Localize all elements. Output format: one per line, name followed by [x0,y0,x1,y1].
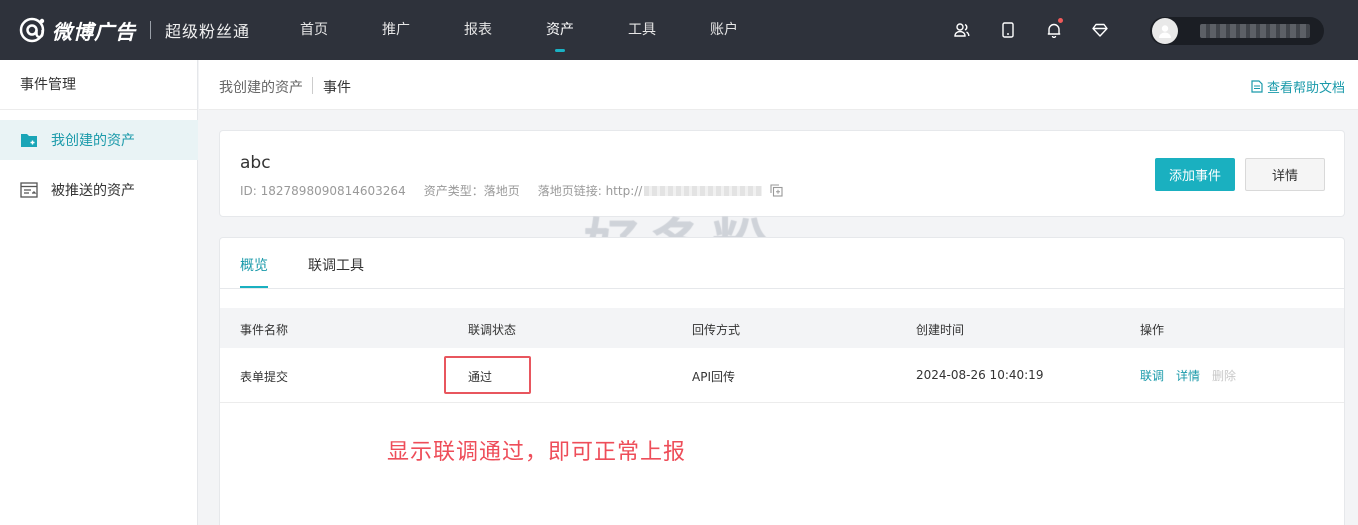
asset-type: 资产类型：落地页 [423,184,520,198]
help-doc-link[interactable]: 查看帮助文档 [1251,77,1345,96]
detail-link[interactable]: 详情 [1176,367,1200,384]
weibo-logo-icon [18,15,48,45]
sidebar: 事件管理 我创建的资产 被推送的资产 [0,60,198,525]
sidebar-item-pushed-assets[interactable]: 被推送的资产 [0,170,198,210]
active-tab-indicator [240,286,268,288]
sidebar-item-label: 我创建的资产 [51,133,135,149]
avatar [1152,18,1178,44]
nav-promotion[interactable]: 推广 [382,0,410,60]
user-switch-icon[interactable] [950,18,974,42]
nav-home[interactable]: 首页 [300,0,328,60]
events-card: 概览 联调工具 事件名称 联调状态 回传方式 创建时间 操作 表单提交 通过 A… [219,237,1345,525]
breadcrumb: 我创建的资产 事件 查看帮助文档 [199,60,1358,110]
asset-id: ID: 1827898090814603264 [240,183,406,198]
help-doc-label: 查看帮助文档 [1267,81,1346,96]
tab-debug-tool[interactable]: 联调工具 [308,255,364,275]
sidebar-item-my-assets[interactable]: 我创建的资产 [0,120,198,160]
column-callback-method: 回传方式 [692,323,741,337]
pushed-asset-icon [20,181,38,199]
notification-bell-icon[interactable] [1042,18,1066,42]
asset-detail-button[interactable]: 详情 [1245,158,1325,191]
sidebar-title: 事件管理 [0,60,197,110]
column-actions: 操作 [1140,323,1165,337]
diamond-icon[interactable] [1088,18,1112,42]
asset-link-label: 落地页链接: http:// [537,184,643,198]
product-name: 超级粉丝通 [165,22,251,41]
logo-text: 微博广告 [52,19,136,44]
mobile-icon[interactable] [996,18,1020,42]
user-menu[interactable] [1150,17,1324,45]
breadcrumb-parent[interactable]: 我创建的资产 [219,77,303,97]
user-name-redacted [1200,24,1310,38]
sidebar-item-label: 被推送的资产 [51,183,135,199]
top-icons [950,18,1134,42]
main-nav: 首页 推广 报表 资产 工具 账户 [300,0,792,60]
asset-meta: ID: 1827898090814603264 资产类型：落地页 落地页链接: … [240,182,802,199]
document-icon [1251,80,1263,93]
breadcrumb-current: 事件 [323,80,351,96]
nav-tools[interactable]: 工具 [628,0,656,60]
asset-link-redacted [644,185,763,196]
folder-plus-icon [20,131,38,149]
add-event-button[interactable]: 添加事件 [1155,158,1235,191]
event-name: 表单提交 [240,370,289,384]
nav-account[interactable]: 账户 [710,0,738,60]
copy-icon[interactable] [770,183,784,198]
nav-assets[interactable]: 资产 [546,0,574,60]
table-row: 表单提交 通过 API回传 2024-08-26 10:40:19 联调 详情 … [220,348,1344,403]
debug-status: 通过 [468,370,493,384]
column-created-time: 创建时间 [916,323,965,337]
debug-link[interactable]: 联调 [1140,367,1164,384]
weibo-ads-logo[interactable]: 微博广告 超级粉丝通 [18,14,250,46]
breadcrumb-divider [312,77,313,94]
logo-divider [150,21,151,39]
asset-info-card: abc ID: 1827898090814603264 资产类型：落地页 落地页… [219,130,1345,217]
created-time: 2024-08-26 10:40:19 [916,368,1044,382]
notification-dot [1058,18,1063,23]
delete-link: 删除 [1212,369,1237,383]
table-header: 事件名称 联调状态 回传方式 创建时间 操作 [220,308,1344,348]
top-navigation-bar: 微博广告 超级粉丝通 首页 推广 报表 资产 工具 账户 [0,0,1358,60]
tabs: 概览 联调工具 [220,238,1344,289]
tab-overview[interactable]: 概览 [240,255,268,275]
asset-name: abc [240,153,271,173]
callback-method: API回传 [692,370,735,384]
nav-reports[interactable]: 报表 [464,0,492,60]
annotation-text: 显示联调通过，即可正常上报 [387,440,687,465]
column-debug-status: 联调状态 [468,323,517,337]
column-event-name: 事件名称 [240,323,289,337]
